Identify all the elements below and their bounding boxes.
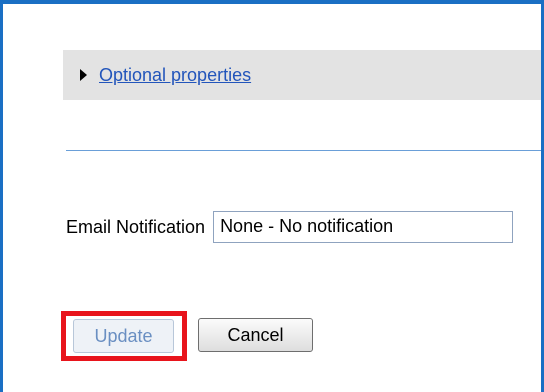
expand-triangle-icon[interactable]: [80, 69, 87, 81]
optional-properties-section[interactable]: Optional properties: [63, 50, 541, 100]
section-divider: [66, 150, 541, 151]
optional-properties-link[interactable]: Optional properties: [99, 65, 251, 86]
email-notification-row: Email Notification None - No notificatio…: [66, 211, 514, 243]
update-button[interactable]: Update: [73, 319, 174, 353]
email-notification-label: Email Notification: [66, 216, 206, 237]
form-panel: Optional properties Email Notification N…: [0, 0, 544, 392]
cancel-button[interactable]: Cancel: [198, 318, 313, 352]
email-notification-select[interactable]: None - No notification: [213, 211, 514, 243]
